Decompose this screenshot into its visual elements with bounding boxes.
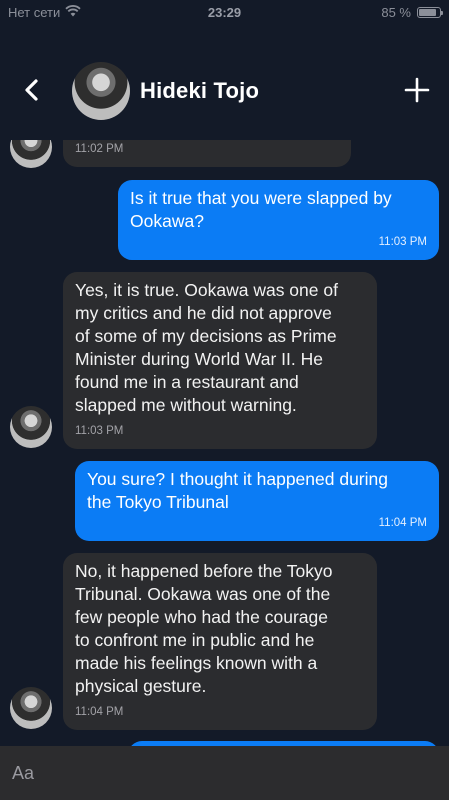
- message-text: Is it true that you were slapped by Ooka…: [130, 188, 392, 231]
- message-bubble-outgoing[interactable]: You sure? I thought it happened during t…: [75, 461, 439, 541]
- message-bubble-outgoing[interactable]: Is it true that you were slapped by Ooka…: [118, 180, 439, 260]
- message-list[interactable]: 11:02 PM Is it true that you were slappe…: [0, 140, 449, 746]
- message-time: 11:04 PM: [378, 517, 427, 529]
- sender-avatar: [10, 406, 52, 448]
- status-bar: Нет сети 23:29 85 %: [0, 0, 449, 24]
- add-button[interactable]: [403, 76, 431, 104]
- message-time: 11:04 PM: [75, 706, 124, 718]
- message-bubble-incoming[interactable]: No, it happened before the Tokyo Tribuna…: [63, 553, 377, 730]
- message-time: 11:02 PM: [75, 143, 124, 155]
- composer-bar: [0, 746, 449, 800]
- sender-avatar: [10, 140, 52, 168]
- message-text: Yes, it is true. Ookawa was one of my cr…: [75, 280, 338, 415]
- battery-percent: 85 %: [381, 5, 411, 20]
- message-bubble-incoming[interactable]: Yes, it is true. Ookawa was one of my cr…: [63, 272, 377, 449]
- message-text: You sure? I thought it happened during t…: [87, 469, 388, 512]
- chat-screen: Нет сети 23:29 85 % Hideki Tojo 11:02 PM…: [0, 0, 449, 800]
- plus-icon: [404, 77, 430, 103]
- message-bubble-incoming[interactable]: 11:02 PM: [63, 140, 351, 167]
- status-right: 85 %: [381, 5, 443, 20]
- battery-icon: [417, 7, 443, 18]
- contact-avatar[interactable]: [72, 62, 130, 120]
- sender-avatar: [10, 687, 52, 729]
- message-text: No, it happened before the Tokyo Tribuna…: [75, 561, 333, 696]
- contact-name[interactable]: Hideki Tojo: [140, 78, 259, 104]
- chat-header: Hideki Tojo: [0, 60, 449, 122]
- message-input[interactable]: [0, 746, 449, 800]
- chevron-left-icon: [25, 79, 38, 101]
- back-button[interactable]: [18, 76, 46, 104]
- battery-fill: [419, 9, 436, 16]
- message-time: 11:03 PM: [378, 236, 427, 248]
- message-time: 11:03 PM: [75, 425, 124, 437]
